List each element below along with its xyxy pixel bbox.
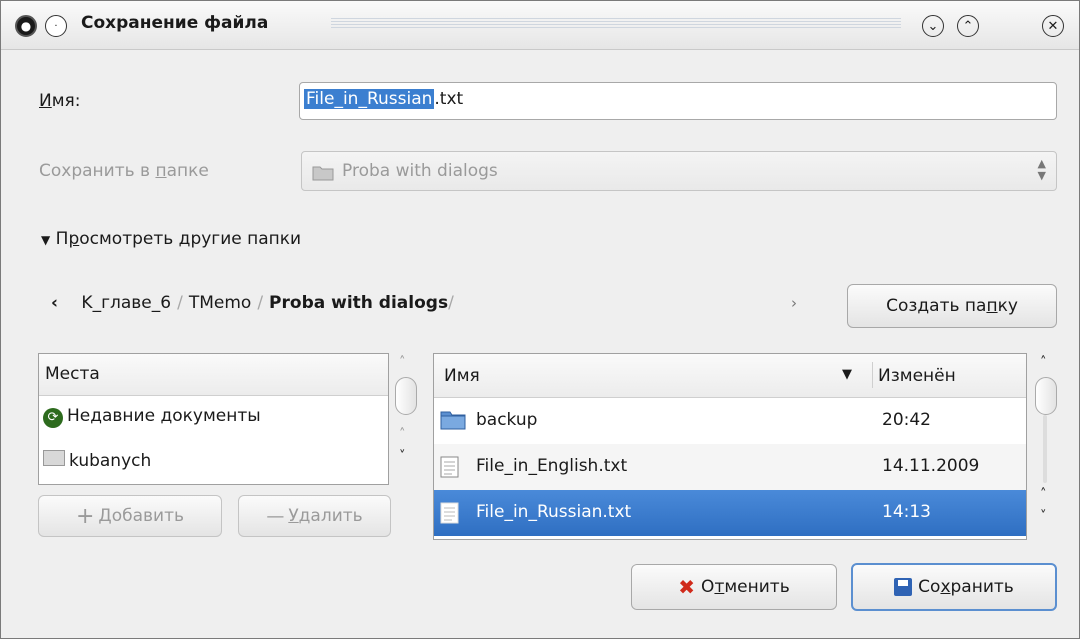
folder-icon	[43, 450, 65, 466]
column-name[interactable]: Имя	[444, 366, 480, 386]
places-header[interactable]: Места	[39, 354, 388, 396]
floppy-disk-icon	[894, 578, 913, 596]
scroll-up-icon[interactable]: ˄	[399, 427, 406, 442]
window-menu-icon[interactable]: ·	[45, 15, 67, 37]
save-in-folder-select[interactable]: Proba with dialogs ▲ ▼	[301, 151, 1057, 191]
scroll-up-icon[interactable]: ˄	[1040, 355, 1047, 370]
plus-icon: +	[75, 503, 95, 529]
save-in-value: Proba with dialogs	[342, 161, 498, 181]
filename-input[interactable]: File_in_Russian .txt	[299, 82, 1057, 120]
name-label: Имя:	[39, 91, 81, 111]
maximize-icon[interactable]: ⌃	[957, 15, 979, 37]
minus-icon: —	[266, 505, 285, 527]
cancel-button[interactable]: ✖ От менить	[631, 564, 837, 610]
browse-folders-expander[interactable]: ▼ Просмотреть другие папки	[41, 229, 301, 249]
folder-icon	[440, 411, 466, 430]
breadcrumb-current[interactable]: Proba with dialogs	[269, 293, 448, 313]
file-list-scrollbar[interactable]: ˄ ˄ ˅	[1031, 353, 1061, 543]
place-item-recent[interactable]: ⟳ Недавние документы	[39, 396, 388, 440]
scroll-down-icon[interactable]: ˅	[399, 449, 406, 464]
save-file-dialog: ● · Сохранение файла ⌄ ⌃ ✕ Имя: File_in_…	[0, 0, 1080, 639]
add-place-button[interactable]: + Добавить	[38, 495, 222, 537]
breadcrumb-item[interactable]: TMemo	[189, 293, 251, 313]
scroll-thumb[interactable]	[395, 377, 417, 415]
save-button[interactable]: Со х ранить	[851, 563, 1057, 611]
scroll-up-icon[interactable]: ˄	[1040, 487, 1047, 502]
place-item-home[interactable]: kubanych	[39, 440, 388, 484]
text-file-icon	[440, 456, 459, 478]
title-bar-decoration	[331, 18, 901, 30]
column-modified[interactable]: Изменён	[878, 366, 956, 386]
places-scrollbar[interactable]: ˄ ˄ ˅	[393, 353, 419, 483]
cancel-icon: ✖	[678, 575, 696, 599]
file-row-selected[interactable]: File_in_Russian.txt 14:13	[434, 490, 1026, 536]
close-icon[interactable]: ✕	[1042, 15, 1064, 37]
breadcrumb: ‹ K_главе_6/TMemo / Proba with dialogs/	[51, 293, 454, 313]
minimize-icon[interactable]: ⌄	[922, 15, 944, 37]
breadcrumb-back-icon[interactable]: ‹	[51, 293, 58, 313]
breadcrumb-forward-icon[interactable]: ›	[791, 294, 797, 312]
text-file-icon	[440, 502, 459, 524]
breadcrumb-item[interactable]: K_главе_6	[81, 293, 171, 313]
folder-icon	[312, 166, 334, 181]
remove-place-button[interactable]: — Удалить	[238, 495, 391, 537]
file-row[interactable]: File_in_English.txt 14.11.2009	[434, 444, 1026, 490]
save-in-label: Сохранить в папке	[39, 161, 209, 181]
places-panel: Места ⟳ Недавние документы kubanych	[38, 353, 389, 485]
scroll-up-icon[interactable]: ˄	[399, 355, 406, 370]
app-menu-icon[interactable]: ●	[15, 15, 37, 37]
sort-descending-icon[interactable]: ▼	[842, 367, 852, 382]
file-list: Имя ▼ Изменён backup 20:42 File_in_Engli…	[433, 353, 1027, 540]
window-title: Сохранение файла	[81, 13, 269, 33]
scroll-down-icon[interactable]: ˅	[1040, 509, 1047, 524]
filename-selected-text: File_in_Russian	[304, 89, 435, 109]
title-bar[interactable]: ● · Сохранение файла ⌄ ⌃ ✕	[1, 1, 1079, 50]
filename-extension: .txt	[434, 89, 464, 109]
expander-arrow-icon: ▼	[41, 233, 51, 247]
combo-spinner-icon: ▲ ▼	[1037, 157, 1046, 182]
recent-documents-icon: ⟳	[43, 408, 63, 428]
file-row[interactable]: backup 20:42	[434, 398, 1026, 444]
file-list-header: Имя ▼ Изменён	[434, 354, 1026, 398]
scroll-thumb[interactable]	[1035, 377, 1057, 415]
create-folder-button[interactable]: Создать па п ку	[847, 284, 1057, 328]
